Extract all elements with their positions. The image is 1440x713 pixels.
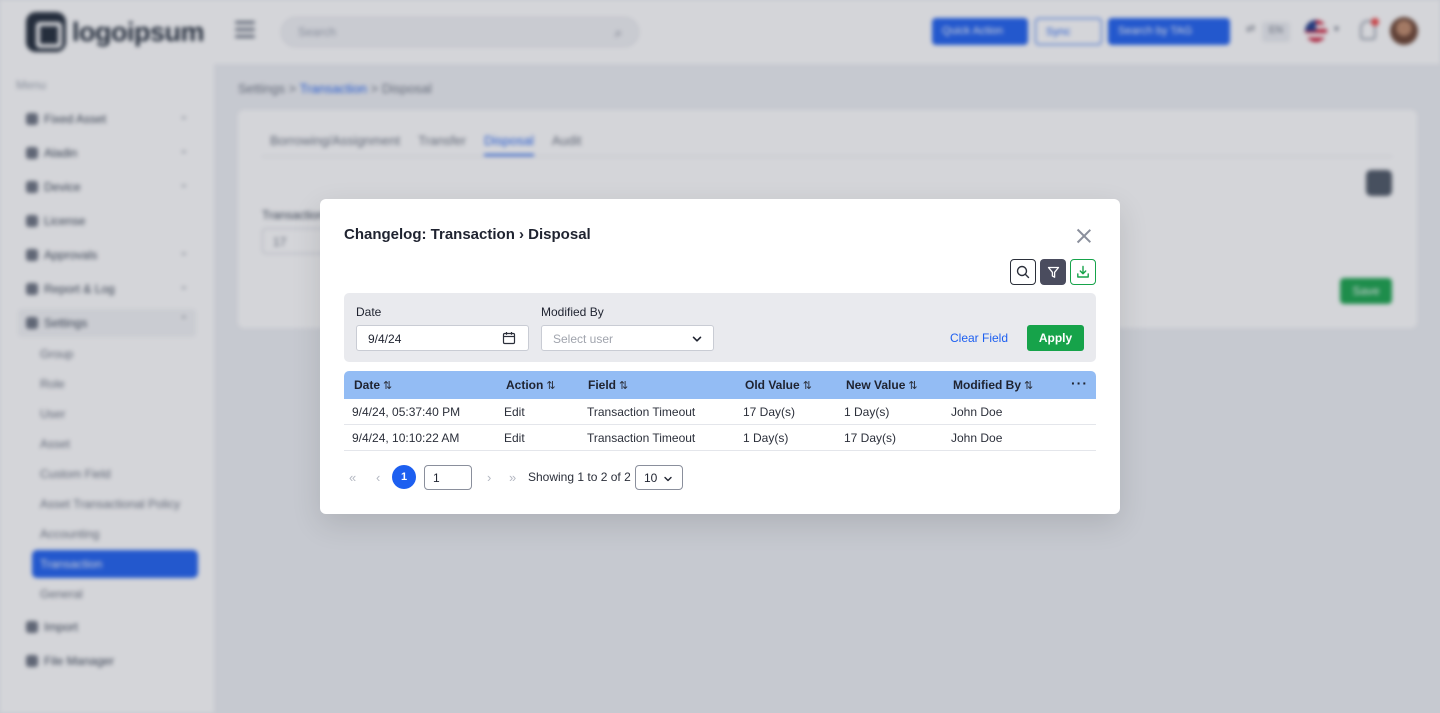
table-header: Date ⇅ Action ⇅ Field ⇅ Old Value ⇅ New Valu… [344,371,1096,399]
cell-new-value: 1 Day(s) [844,405,890,419]
column-header-old-value[interactable]: Old Value ⇅ [745,378,812,392]
page-size-select[interactable]: 10 [635,465,683,490]
sort-icon[interactable]: ⇅ [546,380,555,392]
column-header-modified-by[interactable]: Modified By ⇅ [953,378,1033,392]
column-header-label: Field [588,378,617,392]
filter-toggle-button[interactable] [1040,259,1066,285]
apply-button[interactable]: Apply [1027,325,1084,351]
column-header-label: Modified By [953,378,1021,392]
filter-icon [1047,266,1059,278]
date-filter-value: 9/4/24 [368,332,402,346]
search-toggle-button[interactable] [1010,259,1036,285]
page-size-value: 10 [644,471,658,485]
first-page-icon[interactable]: « [349,470,356,485]
column-header-field[interactable]: Field ⇅ [588,378,628,392]
pagination: « ‹ 1 › » Showing 1 to 2 of 2 10 [344,465,1096,490]
export-button[interactable] [1070,259,1096,285]
cell-old-value: 17 Day(s) [743,405,796,419]
cell-old-value: 1 Day(s) [743,431,789,445]
date-filter-input[interactable]: 9/4/24 [356,325,529,351]
previous-page-icon[interactable]: ‹ [376,470,380,485]
pagination-info: Showing 1 to 2 of 2 [528,470,631,484]
column-header-label: Action [506,378,544,392]
download-icon [1077,265,1089,278]
cell-field: Transaction Timeout [587,431,696,445]
sort-icon[interactable]: ⇅ [1024,380,1033,392]
cell-new-value: 17 Day(s) [844,431,897,445]
column-header-label: Old Value [745,378,800,392]
more-options-icon[interactable]: ··· [1071,375,1088,391]
modified-by-select[interactable]: Select user [541,325,714,351]
table-row[interactable]: 9/4/24, 05:37:40 PM Edit Transaction Tim… [344,399,1096,425]
changelog-table: Date ⇅ Action ⇅ Field ⇅ Old Value ⇅ New Valu… [344,371,1096,451]
column-header-new-value[interactable]: New Value ⇅ [846,378,918,392]
chevron-down-icon [692,336,702,342]
changelog-modal: Changelog: Transaction › Disposal Date 9… [320,199,1120,514]
next-page-icon[interactable]: › [487,470,491,485]
cell-date: 9/4/24, 05:37:40 PM [352,405,461,419]
column-header-label: Date [354,378,381,392]
modified-by-filter-label: Modified By [541,305,604,319]
cell-action: Edit [504,405,525,419]
search-icon [1016,265,1030,279]
page-number-input[interactable] [424,465,472,490]
cell-date: 9/4/24, 10:10:22 AM [352,431,460,445]
column-header-action[interactable]: Action ⇅ [506,378,556,392]
column-header-label: New Value [846,378,906,392]
table-row[interactable]: 9/4/24, 10:10:22 AM Edit Transaction Tim… [344,425,1096,451]
cell-modified-by: John Doe [951,405,1003,419]
sort-icon[interactable]: ⇅ [383,380,392,392]
modified-by-placeholder: Select user [553,332,614,346]
sort-icon[interactable]: ⇅ [619,380,628,392]
filter-panel: Date 9/4/24 Modified By Select user Clea… [344,293,1096,362]
current-page-button[interactable]: 1 [392,465,416,489]
chevron-down-icon [664,476,672,482]
column-header-date[interactable]: Date ⇅ [354,378,392,392]
cell-modified-by: John Doe [951,431,1003,445]
sort-icon[interactable]: ⇅ [803,380,812,392]
sort-icon[interactable]: ⇅ [908,380,917,392]
calendar-icon[interactable] [502,331,516,345]
date-filter-label: Date [356,305,382,319]
cell-action: Edit [504,431,525,445]
clear-field-link[interactable]: Clear Field [950,331,1008,345]
close-icon[interactable] [1074,226,1094,246]
modal-title: Changelog: Transaction › Disposal [344,226,591,243]
last-page-icon[interactable]: » [509,470,516,485]
cell-field: Transaction Timeout [587,405,696,419]
